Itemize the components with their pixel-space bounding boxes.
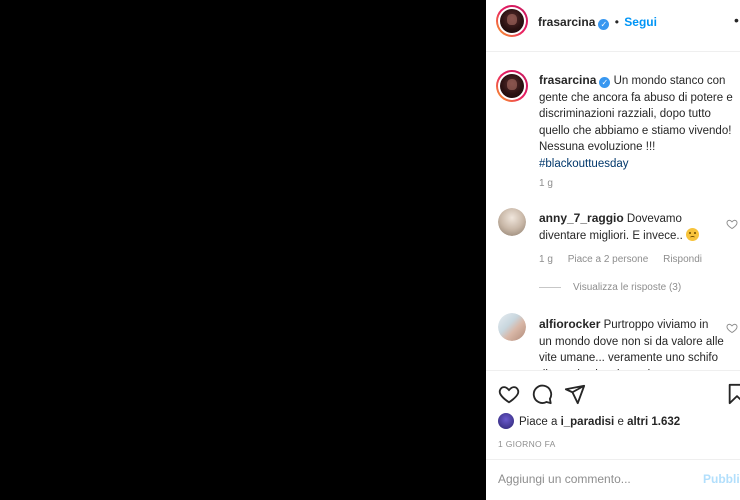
post-actions: Piace a i_paradisi e altri 1.632 1 GIORN…	[486, 370, 740, 500]
paper-plane-icon[interactable]	[564, 383, 586, 405]
commenter-avatar[interactable]	[498, 313, 526, 341]
comment-likes[interactable]: Piace a 2 persone	[568, 254, 649, 265]
comment-input[interactable]	[498, 472, 688, 486]
comment-like-heart-icon[interactable]	[726, 322, 738, 334]
hashtag-link[interactable]: #blackouttuesday	[539, 158, 629, 170]
post-header: frasarcina ✓ • Segui •	[486, 0, 740, 52]
follow-button[interactable]: Segui	[624, 15, 657, 29]
author-username[interactable]: frasarcina	[538, 15, 595, 29]
verified-badge-icon: ✓	[599, 77, 611, 88]
replies-divider	[539, 286, 561, 288]
likes-prefix: Piace a	[519, 416, 561, 428]
comment-icon[interactable]	[531, 383, 553, 405]
post-side-panel: frasarcina ✓ • Segui • frasarcina ✓ Un mon…	[486, 0, 740, 500]
likes-middle: e	[614, 416, 628, 428]
bookmark-icon[interactable]	[726, 383, 740, 405]
heart-icon[interactable]	[498, 383, 520, 405]
disappointed-face-emoji-icon	[685, 227, 699, 241]
likes-summary[interactable]: Piace a i_paradisi e altri 1.632	[498, 413, 680, 429]
view-replies-button[interactable]: Visualizza le risposte (3)	[539, 282, 681, 293]
caption-text: frasarcina ✓ Un mondo stanco con gente ch…	[539, 72, 739, 172]
caption-timestamp[interactable]: 1 g	[539, 178, 553, 189]
header-line: frasarcina ✓ • Segui	[538, 15, 657, 30]
caption-avatar[interactable]	[496, 70, 528, 102]
post-date: 1 GIORNO FA	[498, 439, 556, 449]
author-avatar[interactable]	[496, 5, 528, 37]
caption-username[interactable]: frasarcina	[539, 73, 596, 87]
publish-button[interactable]: Pubblica	[703, 472, 740, 486]
comment-timestamp[interactable]: 1 g	[539, 254, 553, 265]
liker-username[interactable]: i_paradisi	[561, 416, 615, 428]
reply-button[interactable]: Rispondi	[663, 254, 702, 265]
commenter-username[interactable]: alfiorocker	[539, 317, 600, 331]
post-media[interactable]	[0, 0, 486, 500]
comment-text: anny_7_raggio Dovevamo diventare miglior…	[539, 210, 724, 244]
add-comment-section: Pubblica	[486, 459, 740, 500]
more-options-icon[interactable]: •	[734, 12, 740, 28]
liker-avatar	[498, 413, 514, 429]
separator-dot: •	[614, 15, 619, 29]
commenter-avatar[interactable]	[498, 208, 526, 236]
view-replies-label: Visualizza le risposte (3)	[573, 282, 682, 293]
comment-meta: 1 g Piace a 2 persone Rispondi	[539, 254, 714, 265]
verified-badge-icon: ✓	[598, 19, 610, 30]
likes-others-count[interactable]: altri 1.632	[627, 416, 680, 428]
comment-like-heart-icon[interactable]	[726, 218, 738, 230]
commenter-username[interactable]: anny_7_raggio	[539, 211, 624, 225]
